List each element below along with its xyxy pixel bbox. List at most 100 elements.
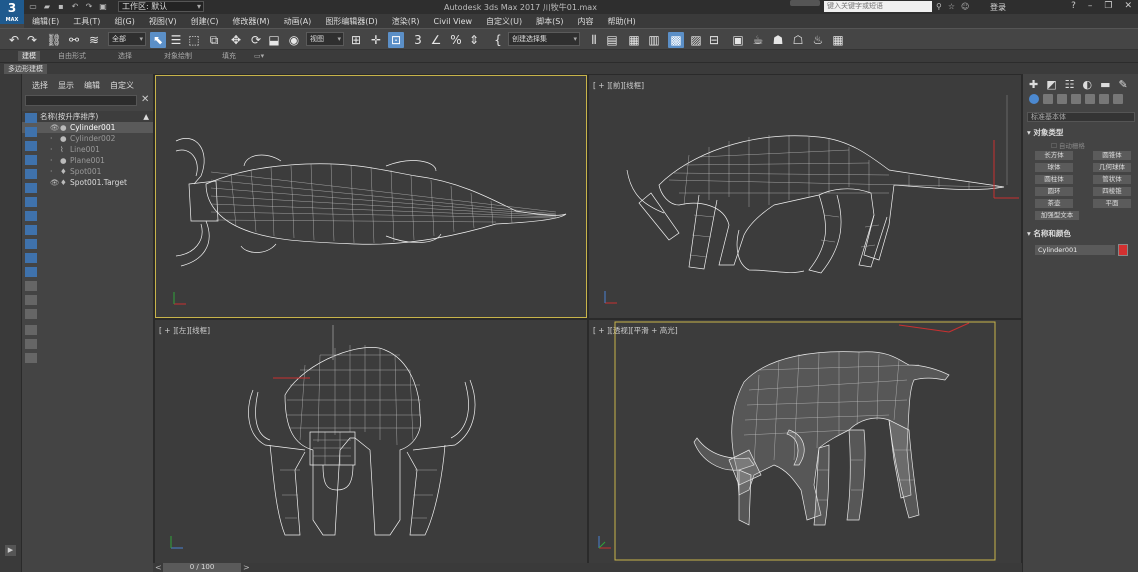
cylinder-button[interactable]: 圆柱体 — [1035, 175, 1073, 184]
scene-object-row[interactable]: · ● Plane001 — [22, 155, 153, 166]
infocenter-icon[interactable] — [790, 0, 820, 6]
percent-snap-icon[interactable]: % — [448, 32, 464, 48]
unlink-icon[interactable]: ⚯ — [66, 32, 82, 48]
menu-create[interactable]: 创建(C) — [191, 16, 219, 27]
filter-toggle-icon[interactable] — [25, 325, 37, 335]
help-icon[interactable]: ? — [1071, 1, 1076, 11]
menu-civil-view[interactable]: Civil View — [434, 17, 473, 26]
select-object-icon[interactable]: ⬉ — [150, 32, 166, 48]
menu-help[interactable]: 帮助(H) — [607, 16, 635, 27]
app-logo[interactable]: 3 MAX — [0, 0, 24, 24]
find-icon[interactable] — [25, 339, 37, 349]
autogrid-checkbox[interactable]: ☐ 自动栅格 — [1051, 140, 1085, 150]
project-icon[interactable]: ▣ — [98, 2, 108, 12]
menu-content[interactable]: 内容 — [577, 16, 593, 27]
ribbon-tab-modeling[interactable]: 建模 — [18, 51, 40, 61]
save-icon[interactable]: ▪ — [56, 2, 66, 12]
pivot-center-icon[interactable]: ⊞ — [348, 32, 364, 48]
object-type-rollout[interactable]: ▾ 对象类型 — [1027, 128, 1135, 138]
bind-space-warp-icon[interactable]: ≋ — [86, 32, 102, 48]
align-icon[interactable]: ▤ — [604, 32, 620, 48]
display-tab-icon[interactable]: ▬ — [1100, 78, 1110, 91]
scene-tab-select[interactable]: 选择 — [32, 80, 48, 91]
minimize-icon[interactable]: – — [1088, 1, 1093, 11]
lights-category-icon[interactable] — [1057, 94, 1067, 104]
scene-object-row[interactable]: · ⌇ Line001 — [22, 144, 153, 155]
render-iterative-icon[interactable]: ♨ — [810, 32, 826, 48]
selection-filter-select[interactable]: 全部 ▾ — [108, 32, 146, 46]
undo-icon[interactable]: ↶ — [6, 32, 22, 48]
rotate-icon[interactable]: ⟳ — [248, 32, 264, 48]
ribbon-tab-populate[interactable]: 填充 — [218, 51, 240, 61]
filter-containers-icon[interactable] — [25, 239, 37, 249]
utilities-tab-icon[interactable]: ✎ — [1119, 78, 1128, 91]
scene-tab-display[interactable]: 显示 — [58, 80, 74, 91]
expand-panel-icon[interactable]: ▶ — [5, 545, 16, 556]
filter-geometry-icon[interactable] — [25, 113, 37, 123]
search-input[interactable] — [824, 1, 932, 12]
menu-views[interactable]: 视图(V) — [149, 16, 177, 27]
mirror-icon[interactable]: ⫴ — [586, 32, 602, 48]
shapes-category-icon[interactable] — [1043, 94, 1053, 104]
geometry-category-icon[interactable] — [1029, 94, 1039, 104]
scene-search-input[interactable] — [25, 95, 137, 106]
textplus-button[interactable]: 加强型文本 — [1035, 211, 1079, 220]
ribbon-tab-freeform[interactable]: 自由形式 — [54, 51, 90, 61]
filter-lights-icon[interactable] — [25, 141, 37, 151]
name-color-rollout[interactable]: ▾ 名称和颜色 — [1027, 229, 1135, 239]
motion-tab-icon[interactable]: ◐ — [1083, 78, 1093, 91]
lock-icon[interactable] — [25, 353, 37, 363]
filter-hidden-icon[interactable] — [25, 267, 37, 277]
ribbon-tab-selection[interactable]: 选择 — [114, 51, 136, 61]
scene-column-header[interactable]: 名称(按升序排序) ▲ — [22, 111, 153, 122]
render-cloud-icon[interactable]: ▦ — [830, 32, 846, 48]
select-none-icon[interactable] — [25, 295, 37, 305]
redo-icon[interactable]: ↷ — [24, 32, 40, 48]
login-button[interactable]: 登录 — [990, 2, 1006, 13]
scene-tab-customize[interactable]: 自定义 — [110, 80, 134, 91]
viewport-top[interactable] — [155, 75, 587, 318]
filter-spacewarps-icon[interactable] — [25, 183, 37, 193]
redo-icon[interactable]: ↷ — [84, 2, 94, 12]
menu-modifiers[interactable]: 修改器(M) — [232, 16, 269, 27]
filter-frozen-icon[interactable] — [25, 253, 37, 263]
tube-button[interactable]: 管状体 — [1093, 175, 1131, 184]
material-editor-icon[interactable]: ▣ — [730, 32, 746, 48]
scene-tab-edit[interactable]: 编辑 — [84, 80, 100, 91]
scale-icon[interactable]: ⬓ — [266, 32, 282, 48]
user-icon[interactable]: ☺ — [961, 2, 969, 11]
schematic-view-icon[interactable]: ⊟ — [706, 32, 722, 48]
binoculars-icon[interactable]: ⚲ — [936, 2, 942, 11]
sphere-button[interactable]: 球体 — [1035, 163, 1073, 172]
window-crossing-icon[interactable]: ⧉ — [206, 32, 222, 48]
scene-object-row[interactable]: · ● Cylinder002 — [22, 133, 153, 144]
visibility-eye-icon[interactable]: · — [50, 133, 52, 144]
modify-tab-icon[interactable]: ◩ — [1046, 78, 1056, 91]
ribbon-tab-object-paint[interactable]: 对象绘制 — [160, 51, 196, 61]
scene-explorer-icon[interactable]: ▦ — [626, 32, 642, 48]
time-slider-thumb[interactable]: 0 / 100 — [163, 563, 241, 572]
object-color-swatch[interactable] — [1118, 244, 1128, 256]
viewport-perspective[interactable]: [ + ][透视][平滑 + 高光] — [589, 320, 1021, 563]
scene-object-row[interactable]: · ♦ Spot001 — [22, 166, 153, 177]
viewport-left[interactable]: [ + ][左][线框] — [155, 320, 587, 563]
visibility-eye-icon[interactable]: · — [50, 166, 52, 177]
clear-search-icon[interactable]: ✕ — [141, 94, 149, 105]
menu-graph-editors[interactable]: 图形编辑器(D) — [325, 16, 377, 27]
menu-scripting[interactable]: 脚本(S) — [536, 16, 563, 27]
restore-icon[interactable]: ❐ — [1104, 1, 1112, 11]
polygon-modeling-tab[interactable]: 多边形建模 — [4, 64, 47, 74]
filter-helpers-icon[interactable] — [25, 169, 37, 179]
rectangular-selection-icon[interactable]: ⬚ — [186, 32, 202, 48]
snaps-toggle-icon[interactable]: 3 — [410, 32, 426, 48]
scene-object-row[interactable]: 👁 ● Cylinder001 — [22, 122, 153, 133]
filter-xrefs-icon[interactable] — [25, 211, 37, 221]
layer-explorer-icon[interactable]: ▥ — [646, 32, 662, 48]
primitive-type-select[interactable]: 标准基本体 — [1027, 112, 1135, 122]
select-manipulate-icon[interactable]: ✛ — [368, 32, 384, 48]
pyramid-button[interactable]: 四棱锥 — [1093, 187, 1131, 196]
link-icon[interactable]: ⛓ — [46, 32, 62, 48]
create-tab-icon[interactable]: ✚ — [1029, 78, 1038, 91]
menu-edit[interactable]: 编辑(E) — [32, 16, 59, 27]
filter-shapes-icon[interactable] — [25, 127, 37, 137]
